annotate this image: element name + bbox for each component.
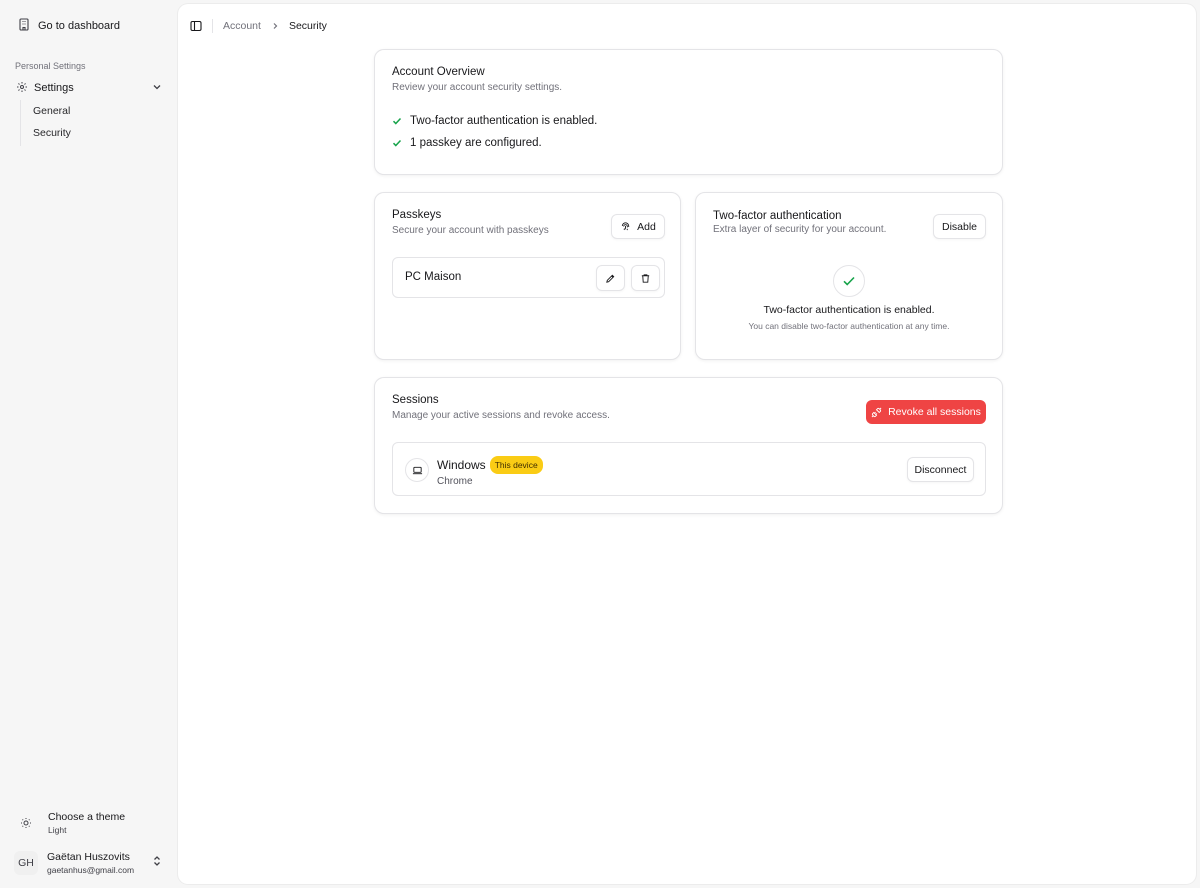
account-overview-card: Account Overview Review your account sec…	[374, 49, 1003, 175]
breadcrumb-account[interactable]: Account	[223, 20, 261, 32]
sidebar-item-settings[interactable]: Settings	[10, 79, 168, 97]
revoke-all-sessions-label: Revoke all sessions	[888, 406, 981, 418]
laptop-icon	[405, 458, 429, 482]
main-panel: Account Security Account Overview Review…	[178, 4, 1196, 884]
fingerprint-icon	[620, 221, 631, 232]
settings-submenu: General Security	[20, 100, 168, 146]
panel-left-icon[interactable]	[190, 20, 202, 32]
theme-title: Choose a theme	[48, 810, 126, 823]
edit-passkey-button[interactable]	[596, 265, 625, 291]
two-factor-status: Two-factor authentication is enabled.	[763, 304, 935, 316]
check-icon	[392, 138, 402, 148]
sessions-description: Manage your active sessions and revoke a…	[392, 410, 610, 421]
passkeys-title: Passkeys	[392, 209, 442, 221]
check-circle-icon	[833, 265, 865, 297]
chevron-right-icon	[271, 22, 279, 30]
personal-settings-label: Personal Settings	[15, 61, 86, 71]
unplug-icon	[871, 407, 882, 418]
theme-value: Light	[48, 824, 67, 835]
session-item: Windows This device Chrome Disconnect	[392, 442, 986, 496]
overview-item-text: 1 passkey are configured.	[410, 137, 542, 149]
session-browser: Chrome	[437, 476, 473, 487]
gear-icon	[16, 81, 28, 96]
disable-2fa-label: Disable	[941, 220, 978, 233]
sidebar-item-settings-label: Settings	[34, 82, 74, 94]
sessions-title: Sessions	[392, 394, 439, 406]
passkeys-card: Passkeys Secure your account with passke…	[374, 192, 681, 360]
top-bar: Account Security	[190, 18, 327, 34]
disconnect-session-button[interactable]: Disconnect	[907, 457, 974, 482]
theme-text: Choose a theme Light	[48, 811, 125, 836]
two-factor-title: Two-factor authentication	[713, 210, 842, 222]
two-factor-description: Extra layer of security for your account…	[713, 224, 887, 235]
passkey-item: PC Maison	[392, 257, 665, 298]
two-factor-card: Two-factor authentication Extra layer of…	[695, 192, 1003, 360]
theme-switcher[interactable]: Choose a theme Light	[14, 808, 168, 838]
chevrons-up-down-icon	[152, 854, 162, 872]
add-passkey-button[interactable]: Add	[611, 214, 665, 239]
account-overview-title: Account Overview	[392, 66, 485, 78]
disconnect-session-label: Disconnect	[914, 463, 967, 476]
revoke-all-sessions-button[interactable]: Revoke all sessions	[866, 400, 986, 424]
passkey-name: PC Maison	[405, 271, 462, 283]
user-info: Gaëtan Huszovits gaetanhus@gmail.com	[47, 851, 134, 876]
passkeys-description: Secure your account with passkeys	[392, 225, 549, 236]
sessions-card: Sessions Manage your active sessions and…	[374, 377, 1003, 514]
chevron-down-icon	[152, 82, 162, 95]
check-icon	[392, 116, 402, 126]
breadcrumb: Account Security	[223, 20, 327, 32]
user-name: Gaëtan Huszovits	[47, 850, 130, 863]
go-to-dashboard-label: Go to dashboard	[38, 20, 120, 32]
disable-2fa-button[interactable]: Disable	[933, 214, 986, 239]
session-os: Windows	[437, 458, 486, 472]
go-to-dashboard-link[interactable]: Go to dashboard	[10, 16, 168, 36]
overview-item-text: Two-factor authentication is enabled.	[410, 115, 598, 127]
sidebar: Go to dashboard Personal Settings Settin…	[0, 0, 178, 888]
breadcrumb-security: Security	[288, 20, 327, 32]
pencil-icon	[605, 273, 616, 284]
overview-item: 1 passkey are configured.	[392, 133, 597, 153]
delete-passkey-button[interactable]	[631, 265, 660, 291]
two-factor-status-desc: You can disable two-factor authenticatio…	[748, 321, 950, 331]
user-email: gaetanhus@gmail.com	[47, 864, 135, 875]
add-passkey-label: Add	[637, 220, 656, 233]
trash-icon	[640, 273, 651, 284]
sidebar-item-security[interactable]: Security	[21, 122, 168, 144]
this-device-badge: This device	[489, 456, 543, 474]
divider	[212, 19, 213, 33]
sun-icon	[14, 811, 38, 835]
avatar: GH	[14, 851, 38, 875]
sidebar-item-general[interactable]: General	[21, 100, 168, 122]
user-menu[interactable]: GH Gaëtan Huszovits gaetanhus@gmail.com	[14, 848, 168, 878]
account-overview-description: Review your account security settings.	[392, 82, 563, 93]
building-icon	[18, 18, 30, 34]
overview-item: Two-factor authentication is enabled.	[392, 111, 597, 131]
